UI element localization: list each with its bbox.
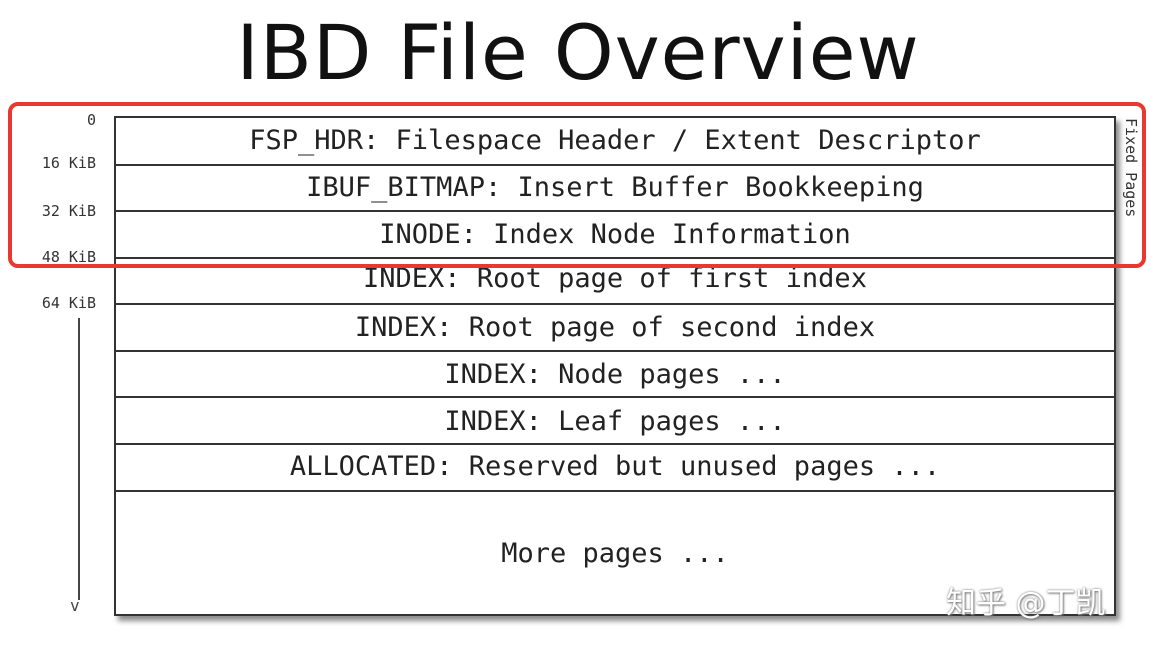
page-row-allocated: ALLOCATED: Reserved but unused pages ... bbox=[116, 445, 1114, 492]
fixed-pages-highlight bbox=[8, 102, 1146, 268]
offset-axis-line bbox=[78, 318, 80, 600]
offset-label-64kib: 64 KiB bbox=[41, 294, 96, 312]
page-row-index-leaf-pages: INDEX: Leaf pages ... bbox=[116, 398, 1114, 445]
page-row-index-root-second: INDEX: Root page of second index bbox=[116, 305, 1114, 352]
page-row-index-node-pages: INDEX: Node pages ... bbox=[116, 352, 1114, 398]
watermark: 知乎 @丁凯 bbox=[946, 586, 1106, 621]
diagram-title: IBD File Overview bbox=[236, 8, 920, 97]
offset-axis-arrow: v bbox=[70, 596, 80, 615]
